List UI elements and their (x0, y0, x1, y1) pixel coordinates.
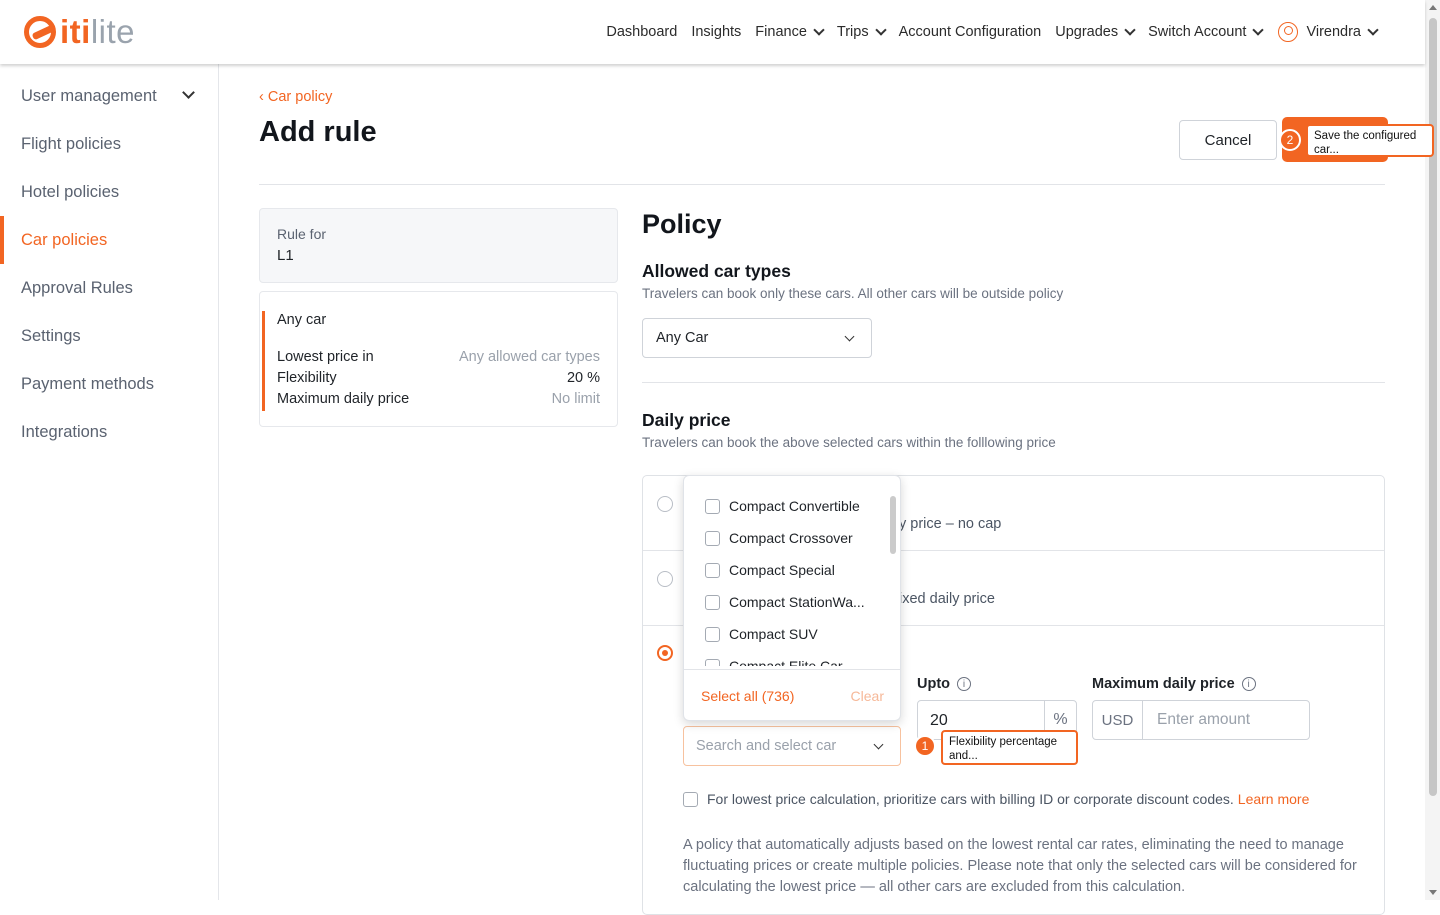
summary-row-flexibility: Flexibility 20 % (277, 370, 600, 386)
billing-priority-text: For lowest price calculation, prioritize… (707, 791, 1234, 807)
section-divider (642, 382, 1385, 383)
chevron-down-icon (1367, 24, 1379, 36)
header-divider (259, 184, 1385, 185)
chevron-down-icon (873, 739, 884, 750)
sidebar-item-car-policies[interactable]: Car policies (0, 216, 218, 264)
chevron-down-icon (1124, 24, 1136, 36)
flexibility-value: 20 (930, 712, 948, 729)
radio-fixed-price[interactable] (657, 571, 673, 587)
rule-for-box: Rule for L1 (259, 208, 618, 283)
daily-price-subtitle: Travelers can book the above selected ca… (642, 435, 1056, 450)
itilite-logo[interactable]: itilite (24, 13, 135, 51)
billing-priority-checkbox[interactable] (683, 791, 698, 807)
summary-row-lowest-price: Lowest price in Any allowed car types (277, 349, 600, 365)
nav-insights[interactable]: Insights (691, 24, 741, 40)
car-option[interactable]: Compact SUV (684, 618, 884, 650)
nav-switch-account[interactable]: Switch Account (1148, 24, 1265, 40)
car-select-dropdown: Compact Convertible Compact Crossover Co… (683, 475, 901, 721)
nav-dashboard[interactable]: Dashboard (606, 24, 677, 40)
main-nav: Dashboard Insights Finance Trips Account… (592, 22, 1379, 42)
sidebar-item-integrations[interactable]: Integrations (0, 408, 218, 456)
checkbox[interactable] (705, 562, 720, 578)
cancel-button[interactable]: Cancel (1179, 120, 1277, 160)
allowed-car-types-subtitle: Travelers can book only these cars. All … (642, 286, 1064, 301)
car-option[interactable]: Compact Crossover (684, 522, 884, 554)
learn-more-link[interactable]: Learn more (1238, 791, 1310, 807)
summary-row-max-daily-price: Maximum daily price No limit (277, 391, 600, 407)
billing-priority-row: For lowest price calculation, prioritize… (683, 791, 1309, 807)
scroll-up-arrow-icon[interactable] (1429, 5, 1437, 10)
search-car-select[interactable]: Search and select car (683, 726, 901, 766)
nav-account-configuration[interactable]: Account Configuration (899, 24, 1042, 40)
max-daily-price-field: USD (1092, 700, 1310, 740)
rule-for-value: L1 (277, 247, 294, 264)
max-daily-price-label: Maximum daily price i (1092, 676, 1256, 692)
top-navbar: itilite Dashboard Insights Finance Trips… (0, 0, 1425, 64)
user-avatar-icon (1278, 22, 1299, 42)
checkbox[interactable] (705, 658, 720, 666)
sidebar-item-flight-policies[interactable]: Flight policies (0, 120, 218, 168)
sidebar-item-settings[interactable]: Settings (0, 312, 218, 360)
dropdown-footer-divider (684, 669, 900, 670)
sidebar: User management Flight policies Hotel po… (0, 64, 219, 900)
dropdown-scrollbar[interactable] (890, 496, 896, 554)
checkbox[interactable] (705, 498, 720, 514)
policy-heading: Policy (642, 209, 722, 239)
amount-input[interactable] (1144, 701, 1309, 739)
sidebar-item-hotel-policies[interactable]: Hotel policies (0, 168, 218, 216)
daily-price-heading: Daily price (642, 410, 731, 430)
car-option[interactable]: Compact Special (684, 554, 884, 586)
chevron-down-icon (813, 24, 825, 36)
back-link-car-policy[interactable]: ‹ Car policy (259, 89, 332, 105)
info-icon[interactable]: i (957, 677, 972, 691)
step-badge-1: 1 (914, 735, 936, 757)
sidebar-item-payment-methods[interactable]: Payment methods (0, 360, 218, 408)
logo-plane-icon (24, 16, 56, 48)
car-option[interactable]: Compact StationWa... (684, 586, 884, 618)
car-type-select[interactable]: Any Car (642, 318, 872, 358)
chevron-down-icon (182, 86, 195, 99)
flexibility-callout: Flexibility percentage and... (941, 730, 1078, 765)
car-options-list[interactable]: Compact Convertible Compact Crossover Co… (684, 490, 884, 666)
chevron-down-icon (1252, 24, 1265, 36)
radio-lowest-price[interactable] (657, 645, 673, 661)
summary-title: Any car (277, 312, 327, 328)
currency-code[interactable]: USD (1093, 701, 1143, 739)
radio-no-cap[interactable] (657, 496, 673, 512)
step-badge-2: 2 (1279, 129, 1301, 151)
policy-summary-card: Any car Lowest price in Any allowed car t… (259, 291, 618, 427)
chevron-down-icon (844, 331, 855, 342)
nav-finance[interactable]: Finance (755, 24, 825, 40)
policy-description: A policy that automatically adjusts base… (683, 837, 1357, 895)
upto-label: Upto i (917, 676, 972, 692)
save-callout: Save the configured car... (1306, 124, 1434, 157)
user-menu[interactable]: Virendra (1278, 22, 1379, 42)
info-icon[interactable]: i (1241, 677, 1256, 691)
sidebar-item-user-management[interactable]: User management (0, 72, 218, 120)
logo-text: itilite (60, 13, 136, 50)
checkbox[interactable] (705, 626, 720, 642)
option-fixed-price-text: ixed daily price (899, 591, 995, 607)
car-option[interactable]: Compact Elite Car (684, 650, 884, 666)
checkbox[interactable] (705, 530, 720, 546)
nav-trips[interactable]: Trips (837, 24, 887, 40)
select-all-button[interactable]: Select all (736) (701, 688, 794, 704)
page-title: Add rule (259, 116, 377, 148)
sidebar-item-approval-rules[interactable]: Approval Rules (0, 264, 218, 312)
clear-button[interactable]: Clear (851, 688, 884, 704)
allowed-car-types-heading: Allowed car types (642, 261, 791, 281)
option-no-cap-text: y price – no cap (899, 516, 1002, 532)
chevron-down-icon (874, 24, 887, 36)
checkbox[interactable] (705, 594, 720, 610)
nav-upgrades[interactable]: Upgrades (1055, 24, 1136, 40)
rule-for-label: Rule for (277, 226, 327, 242)
car-option[interactable]: Compact Convertible (684, 490, 884, 522)
scroll-down-arrow-icon[interactable] (1429, 890, 1437, 895)
